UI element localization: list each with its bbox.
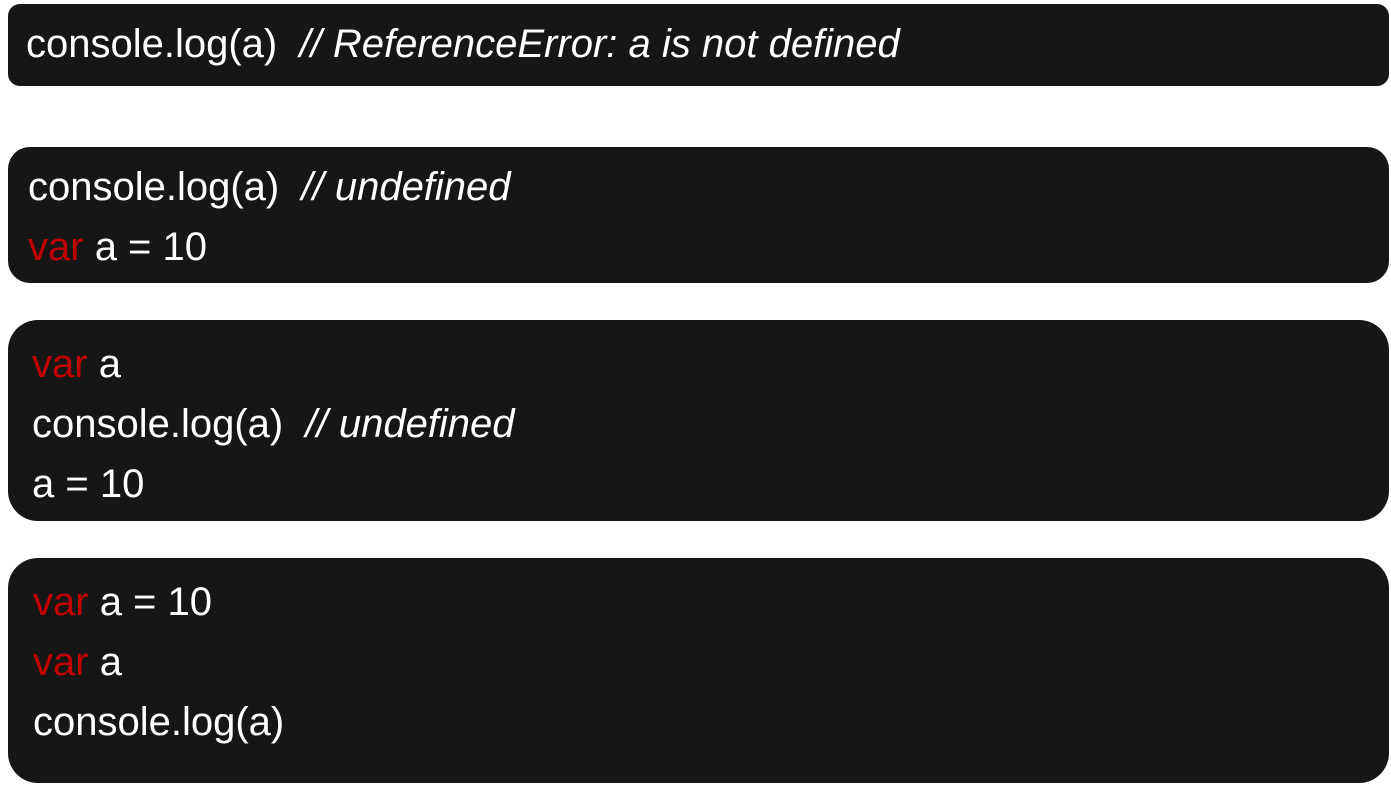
code-block-redeclaration: var a = 10 var a console.log(a) — [8, 558, 1389, 783]
code-line: var a — [33, 632, 1389, 692]
code-line: a = 10 — [32, 454, 1389, 514]
code-keyword: var — [33, 640, 89, 684]
code-block-log-before-var: console.log(a) // undefined var a = 10 — [8, 147, 1389, 283]
code-text: console.log(a) — [32, 402, 306, 446]
code-text: a — [87, 342, 121, 386]
code-block-hoisted-equivalent: var a console.log(a) // undefined a = 10 — [8, 320, 1389, 521]
code-text: a — [88, 640, 122, 684]
code-comment: // ReferenceError: a is not defined — [299, 22, 900, 66]
code-comment: // undefined — [301, 165, 511, 209]
code-text: console.log(a) — [26, 22, 300, 66]
code-keyword: var — [32, 342, 88, 386]
code-line: var a = 10 — [28, 217, 1389, 277]
code-line: console.log(a) // undefined — [32, 394, 1389, 454]
code-block-reference-error: console.log(a) // ReferenceError: a is n… — [8, 4, 1389, 86]
code-line: var a — [32, 334, 1389, 394]
code-keyword: var — [28, 225, 84, 269]
code-text: a = 10 — [88, 580, 213, 624]
code-comment: // undefined — [305, 402, 515, 446]
code-text: console.log(a) — [33, 700, 285, 744]
code-line: var a = 10 — [33, 572, 1389, 632]
code-keyword: var — [33, 580, 89, 624]
code-line: console.log(a) — [33, 692, 1389, 752]
code-text: a = 10 — [32, 462, 145, 506]
code-line: console.log(a) // ReferenceError: a is n… — [26, 14, 1389, 74]
code-line: console.log(a) // undefined — [28, 157, 1389, 217]
code-text: console.log(a) — [28, 165, 302, 209]
code-text: a = 10 — [83, 225, 208, 269]
